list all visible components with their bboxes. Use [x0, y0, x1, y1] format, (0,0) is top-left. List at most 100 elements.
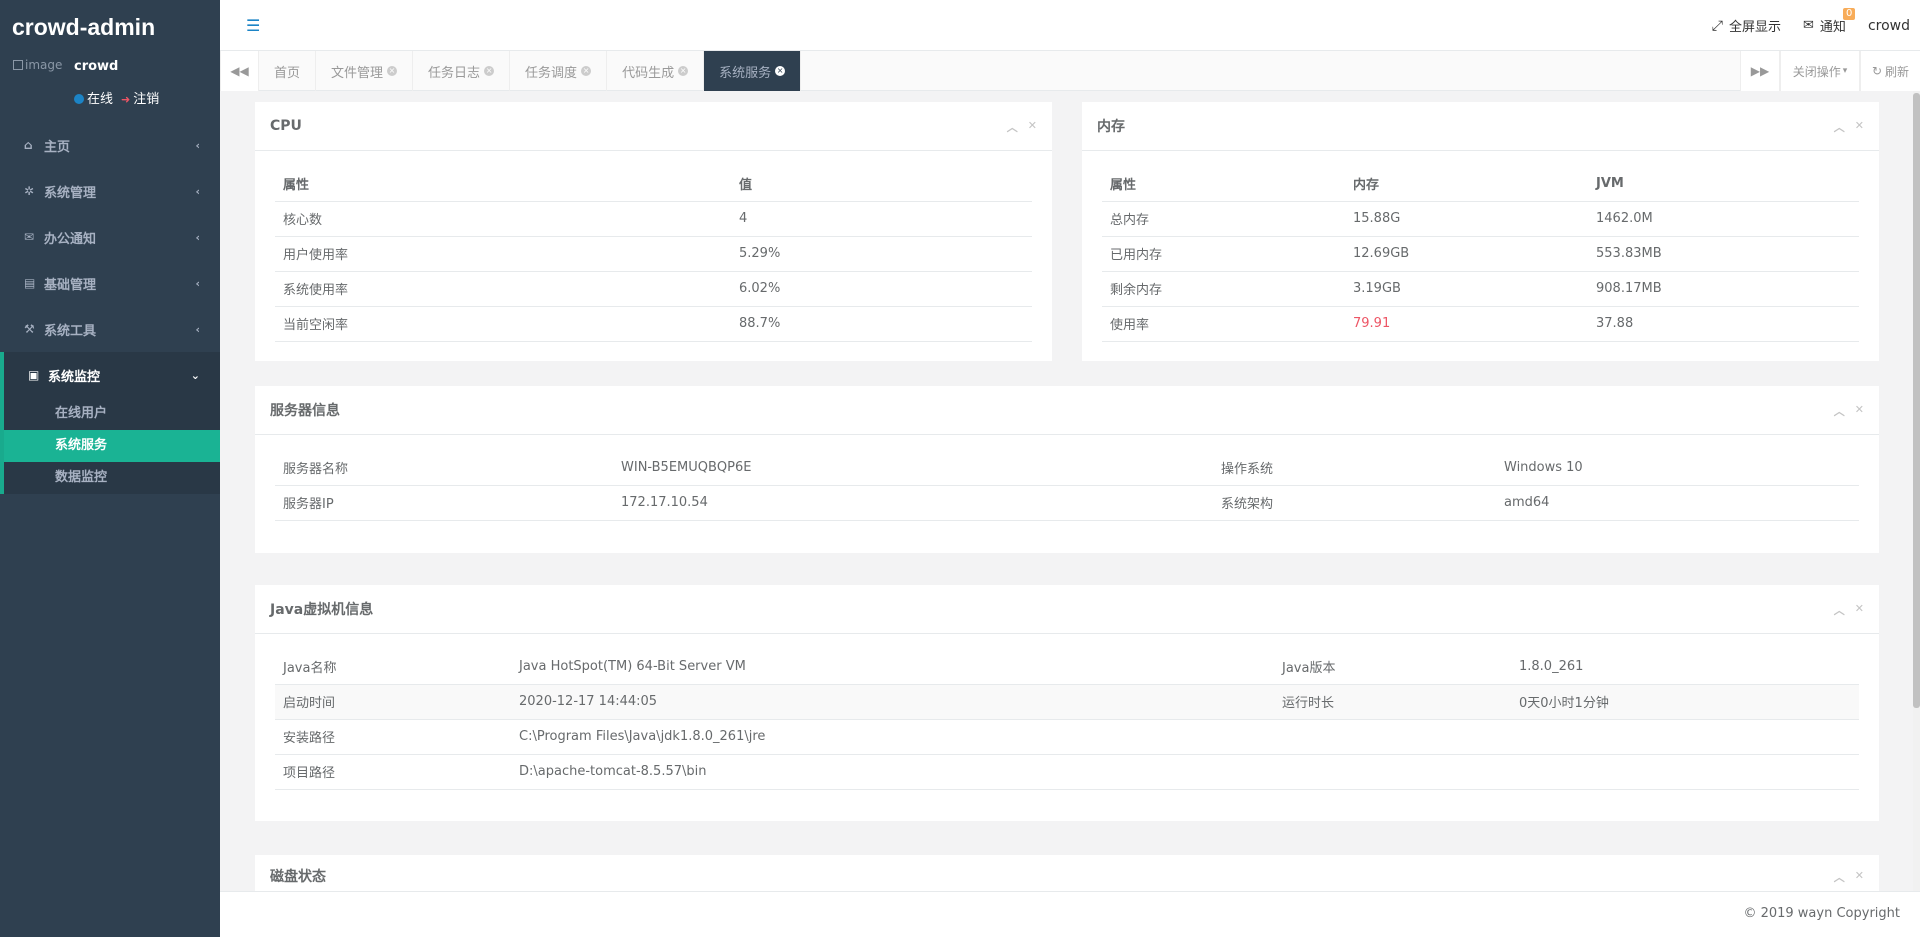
sidebar-item-office-notice[interactable]: ✉ 办公通知 ‹	[0, 214, 220, 260]
cpu-cell: 5.29%	[731, 236, 1032, 272]
jvm-cell: D:\apache-tomcat-8.5.57\bin	[511, 754, 1859, 790]
close-icon[interactable]: ✕	[1855, 119, 1864, 135]
server-cell: 系统架构	[1213, 485, 1496, 521]
server-cell: 172.17.10.54	[613, 485, 1213, 521]
sidebar-item-label: 系统监控	[48, 369, 101, 385]
server-cell: 服务器名称	[275, 450, 613, 486]
close-icon[interactable]: ×	[581, 66, 592, 76]
envelope-icon: ✉	[1803, 18, 1814, 33]
tab-file-management[interactable]: 文件管理 ×	[316, 51, 414, 91]
table-row: 核心数 4	[275, 201, 1032, 237]
logout-link[interactable]: ➜ 注销	[121, 88, 159, 107]
tab-task-log[interactable]: 任务日志 ×	[413, 51, 511, 91]
close-ops-label: 关闭操作	[1792, 64, 1841, 79]
sidebar-item-label: 主页	[44, 139, 71, 155]
cpu-header-value: 值	[731, 166, 1032, 202]
online-status[interactable]: 在线	[74, 88, 113, 107]
sidebar-item-home[interactable]: ⌂ 主页 ‹	[0, 122, 220, 168]
server-cell: Windows 10	[1496, 450, 1859, 486]
close-icon[interactable]: ✕	[1028, 119, 1037, 135]
online-dot-icon	[74, 94, 84, 104]
sidebar-item-basic-management[interactable]: ▤ 基础管理 ‹	[0, 260, 220, 306]
collapse-icon[interactable]: ︿	[1007, 119, 1018, 135]
chevron-left-icon: ‹	[195, 322, 200, 336]
menu-toggle-icon[interactable]: ☰	[246, 16, 260, 35]
chevron-left-icon: ‹	[195, 276, 200, 290]
memory-header-property: 属性	[1102, 166, 1345, 202]
cpu-cell: 核心数	[275, 201, 731, 237]
sidebar-item-system-management[interactable]: ✲ 系统管理 ‹	[0, 168, 220, 214]
tab-task-schedule[interactable]: 任务调度 ×	[510, 51, 608, 91]
notify-button[interactable]: ✉ 通知 0	[1803, 8, 1856, 35]
jvm-cell: 项目路径	[275, 754, 511, 790]
tab-label: 文件管理	[331, 65, 384, 81]
server-table: 服务器名称 WIN-B5EMUQBQP6E 操作系统 Windows 10 服务器IP…	[275, 450, 1859, 521]
user-name: crowd	[74, 59, 119, 74]
close-icon[interactable]: ×	[484, 66, 495, 76]
jvm-cell: Java名称	[275, 649, 511, 685]
tab-home[interactable]: 首页	[259, 51, 317, 91]
sidebar-item-system-monitor[interactable]: ▣ 系统监控 ⌄	[0, 352, 220, 398]
server-cell: 服务器IP	[275, 485, 613, 521]
brand-title[interactable]: crowd-admin	[0, 0, 220, 52]
cpu-cell: 88.7%	[731, 306, 1032, 342]
refresh-icon: ↻	[1871, 64, 1883, 78]
logout-label: 注销	[133, 92, 160, 107]
tabs: 首页 文件管理 × 任务日志 × 任务调度 × 代码生成 × 系统服务 ×	[259, 51, 802, 91]
sidebar-subitem-data-monitor[interactable]: 数据监控	[4, 462, 220, 494]
fullscreen-button[interactable]: ⤢ 全屏显示	[1712, 16, 1782, 36]
id-card-icon: ▤	[24, 276, 36, 290]
online-label: 在线	[87, 92, 114, 107]
collapse-icon[interactable]: ︿	[1834, 403, 1845, 419]
jvm-panel-title: Java虚拟机信息	[270, 602, 374, 618]
memory-panel-title: 内存	[1097, 119, 1125, 135]
table-row: 项目路径 D:\apache-tomcat-8.5.57\bin	[275, 754, 1859, 790]
sidebar-item-system-tools[interactable]: ⚒ 系统工具 ‹	[0, 306, 220, 352]
table-row: 使用率 79.91 37.88	[1102, 306, 1859, 342]
close-icon[interactable]: ×	[387, 66, 398, 76]
server-cell: 操作系统	[1213, 450, 1496, 486]
collapse-icon[interactable]: ︿	[1834, 602, 1845, 618]
close-icon[interactable]: ×	[678, 66, 689, 76]
memory-cell: 3.19GB	[1345, 271, 1588, 307]
server-cell: amd64	[1496, 485, 1859, 521]
sidebar-subitem-online-users[interactable]: 在线用户	[4, 398, 220, 430]
fullscreen-label: 全屏显示	[1729, 20, 1782, 35]
memory-cell: 剩余内存	[1102, 271, 1345, 307]
cpu-panel-title: CPU	[270, 118, 302, 134]
table-row: 总内存 15.88G 1462.0M	[1102, 201, 1859, 237]
refresh-button[interactable]: ↻ 刷新	[1860, 51, 1920, 91]
table-row: 启动时间 2020-12-17 14:44:05 运行时长 0天0小时1分钟	[275, 684, 1859, 720]
top-header: ☰ ⤢ 全屏显示 ✉ 通知 0 crowd	[220, 0, 1920, 51]
close-operations-dropdown[interactable]: 关闭操作 ▾	[1780, 51, 1860, 91]
table-row: 系统使用率 6.02%	[275, 271, 1032, 307]
sidebar-item-label: 基础管理	[44, 277, 97, 293]
close-icon[interactable]: ✕	[1855, 869, 1864, 885]
close-icon[interactable]: ✕	[1855, 602, 1864, 618]
scrollbar-thumb[interactable]	[1913, 93, 1920, 708]
close-icon[interactable]: ✕	[1855, 403, 1864, 419]
table-row: 服务器IP 172.17.10.54 系统架构 amd64	[275, 485, 1859, 521]
jvm-cell: 0天0小时1分钟	[1511, 684, 1859, 720]
tab-scroll-left-button[interactable]: ◀◀	[220, 51, 259, 91]
tab-scroll-right-button[interactable]: ▶▶	[1740, 51, 1780, 91]
table-row: 剩余内存 3.19GB 908.17MB	[1102, 271, 1859, 307]
collapse-icon[interactable]: ︿	[1834, 869, 1845, 885]
server-panel-title: 服务器信息	[270, 403, 340, 419]
copyright-text: © 2019 wayn Copyright	[1743, 906, 1900, 921]
notify-label: 通知	[1819, 20, 1846, 35]
user-menu[interactable]: crowd	[1868, 18, 1910, 34]
collapse-icon[interactable]: ︿	[1834, 119, 1845, 135]
sidebar-subitem-system-service[interactable]: 系统服务	[4, 430, 220, 462]
tab-system-service[interactable]: 系统服务 ×	[704, 51, 802, 91]
main-content: CPU ︿ ✕ 属性值 核心数 4 用户使用率 5.29% 系统使用率 6.02% 当前…	[220, 91, 1920, 891]
table-row: 已用内存 12.69GB 553.83MB	[1102, 236, 1859, 272]
tab-code-gen[interactable]: 代码生成 ×	[607, 51, 705, 91]
jvm-cell: 2020-12-17 14:44:05	[511, 684, 1274, 720]
envelope-icon: ✉	[24, 230, 35, 244]
memory-cell: 37.88	[1588, 306, 1859, 342]
table-row: 当前空闲率 88.7%	[275, 306, 1032, 342]
close-icon[interactable]: ×	[775, 66, 786, 76]
tab-label: 任务调度	[525, 65, 578, 81]
tab-label: 系统服务	[719, 65, 772, 81]
